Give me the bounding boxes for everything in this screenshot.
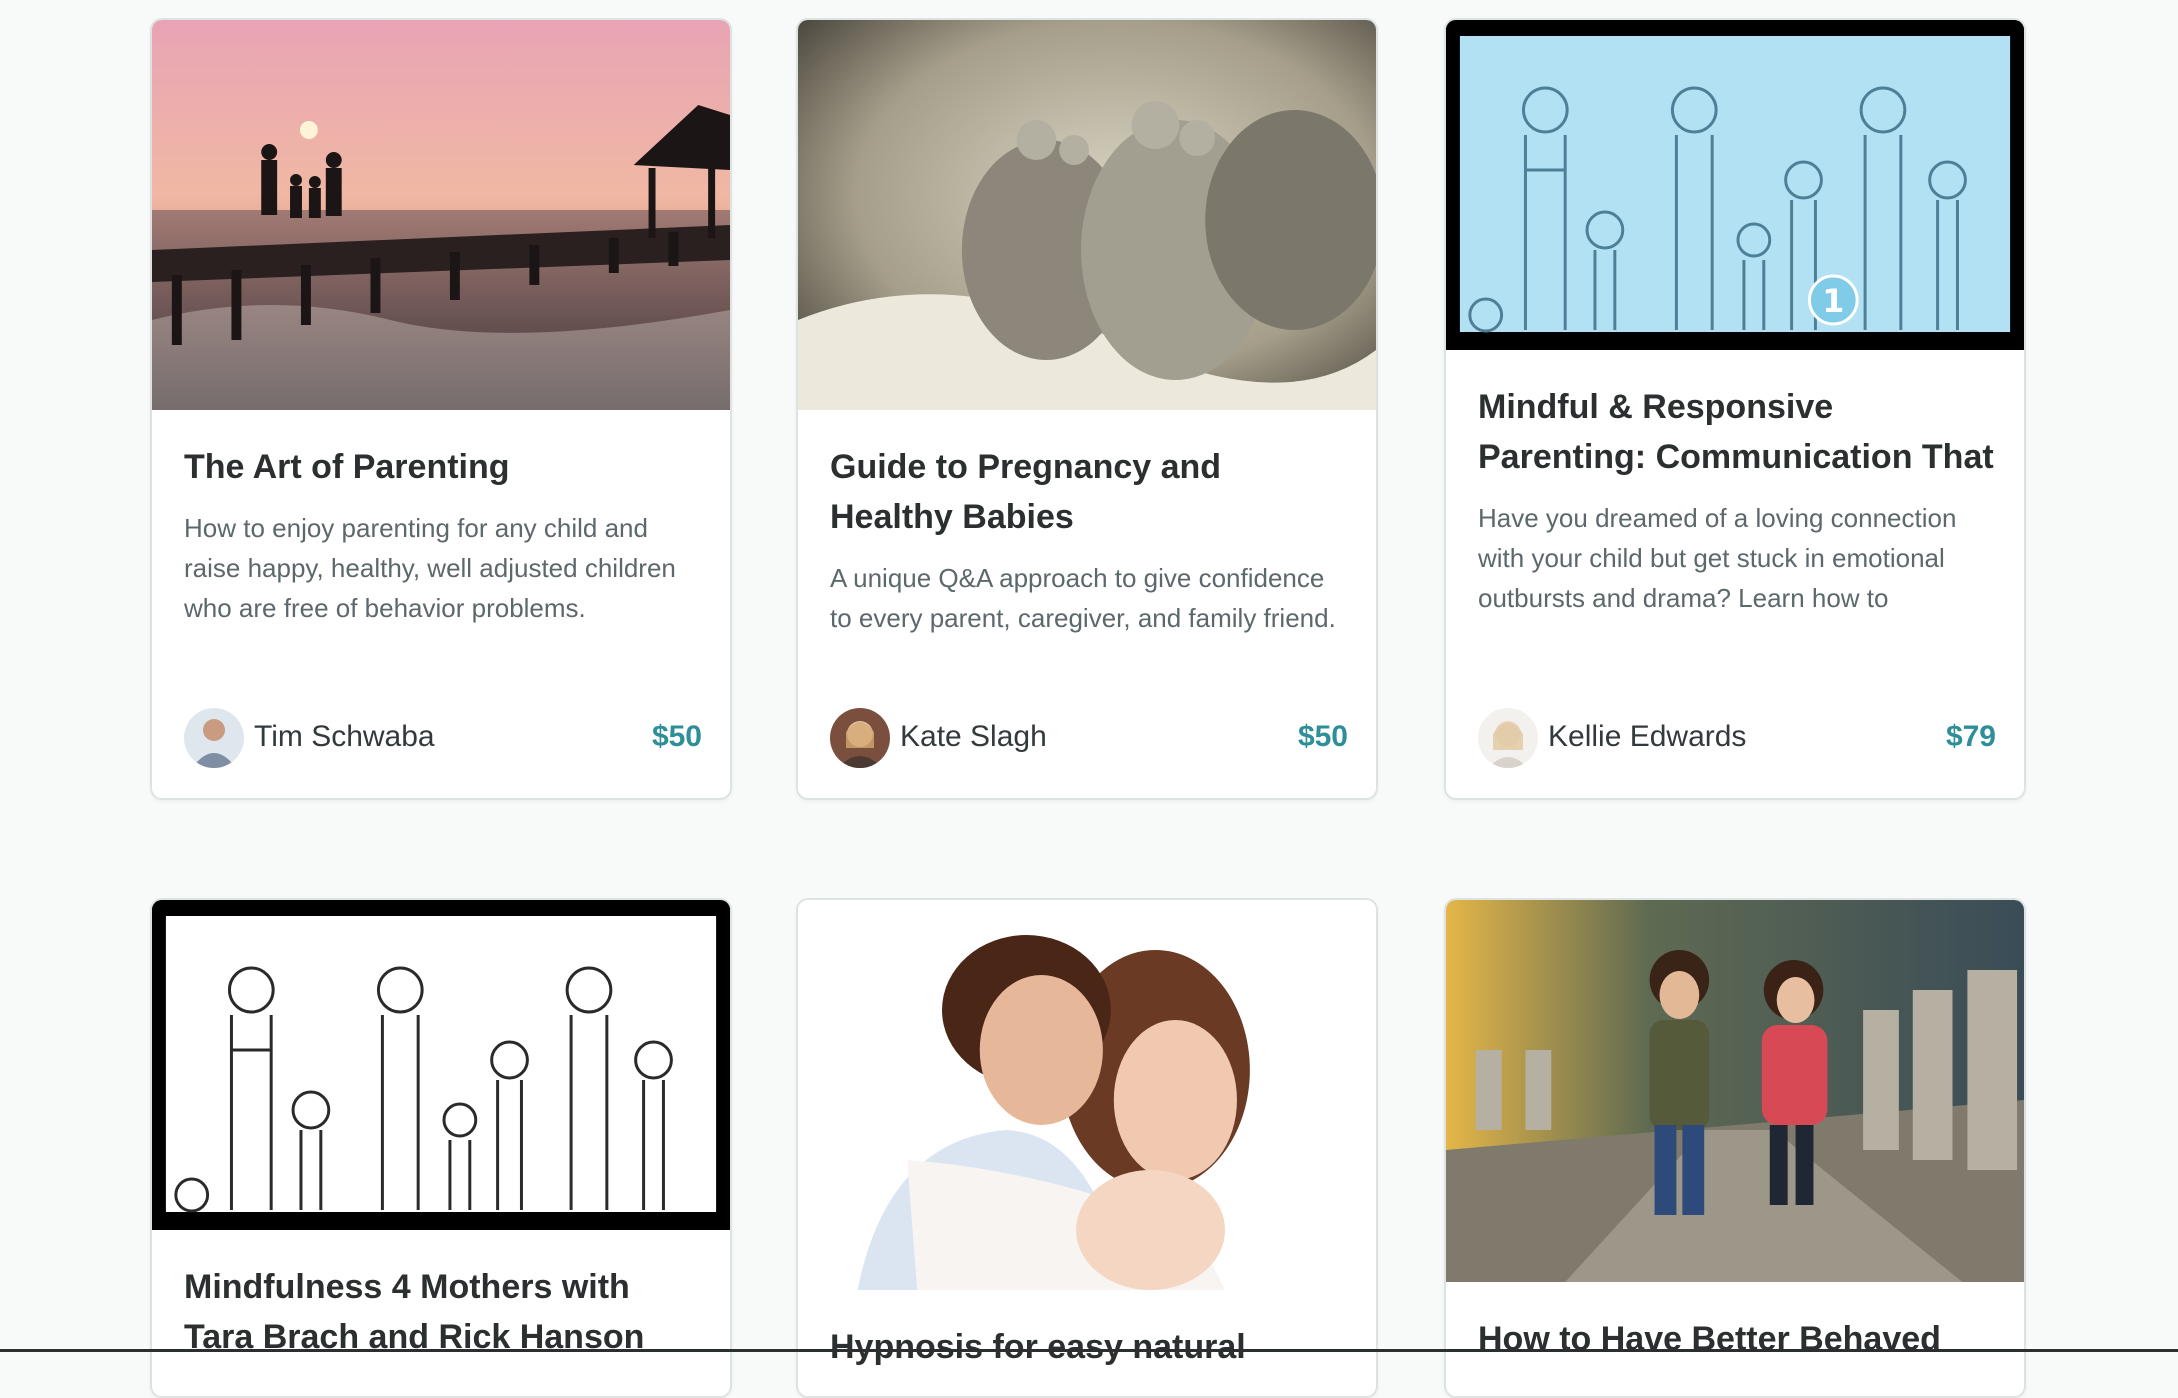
- author-avatar: [184, 708, 244, 768]
- video-number-badge: 1: [1822, 282, 1844, 320]
- course-description: Have you dreamed of a loving connection …: [1478, 503, 1957, 613]
- course-price: $50: [651, 720, 702, 753]
- course-thumbnail-image[interactable]: [798, 20, 1376, 410]
- course-title[interactable]: Mindfulness 4 Mothers with Tara Brach an…: [184, 1262, 702, 1362]
- course-thumbnail-image[interactable]: [152, 20, 730, 410]
- course-card[interactable]: 1 Mindful & Responsive Parenting: Commun…: [1444, 18, 2026, 800]
- course-thumbnail-image[interactable]: [798, 900, 1376, 1290]
- course-thumbnail-image[interactable]: 1: [1446, 20, 2024, 350]
- course-card[interactable]: Guide to Pregnancy and Healthy Babies A …: [796, 18, 1378, 800]
- author-name: Tim Schwaba: [254, 720, 435, 753]
- course-price: $79: [1945, 720, 1996, 753]
- course-footer: Kellie Edwards $79: [1478, 708, 1996, 768]
- course-card[interactable]: The Art of Parenting How to enjoy parent…: [150, 18, 732, 800]
- course-card[interactable]: How to Have Better Behaved: [1444, 898, 2026, 1398]
- course-footer: Tim Schwaba $50: [184, 708, 702, 768]
- course-title[interactable]: Hypnosis for easy natural: [830, 1322, 1348, 1372]
- author-avatar: [1478, 708, 1538, 768]
- course-thumbnail-image[interactable]: [1446, 900, 2024, 1282]
- author-avatar: [830, 708, 890, 768]
- course-card[interactable]: Mindfulness 4 Mothers with Tara Brach an…: [150, 898, 732, 1398]
- course-thumbnail-image[interactable]: [152, 900, 730, 1230]
- course-title[interactable]: How to Have Better Behaved: [1478, 1314, 1996, 1364]
- course-price: $50: [1297, 720, 1348, 753]
- course-description: How to enjoy parenting for any child and…: [184, 513, 676, 623]
- course-card[interactable]: Hypnosis for easy natural: [796, 898, 1378, 1398]
- author-name: Kate Slagh: [900, 720, 1047, 753]
- course-title[interactable]: The Art of Parenting: [184, 442, 702, 492]
- course-title[interactable]: Guide to Pregnancy and Healthy Babies: [830, 442, 1348, 542]
- course-footer: Kate Slagh $50: [830, 708, 1348, 768]
- author-name: Kellie Edwards: [1548, 720, 1747, 753]
- course-title[interactable]: Mindful & Responsive Parenting: Communic…: [1478, 382, 1996, 482]
- course-description: A unique Q&A approach to give confidence…: [830, 563, 1336, 633]
